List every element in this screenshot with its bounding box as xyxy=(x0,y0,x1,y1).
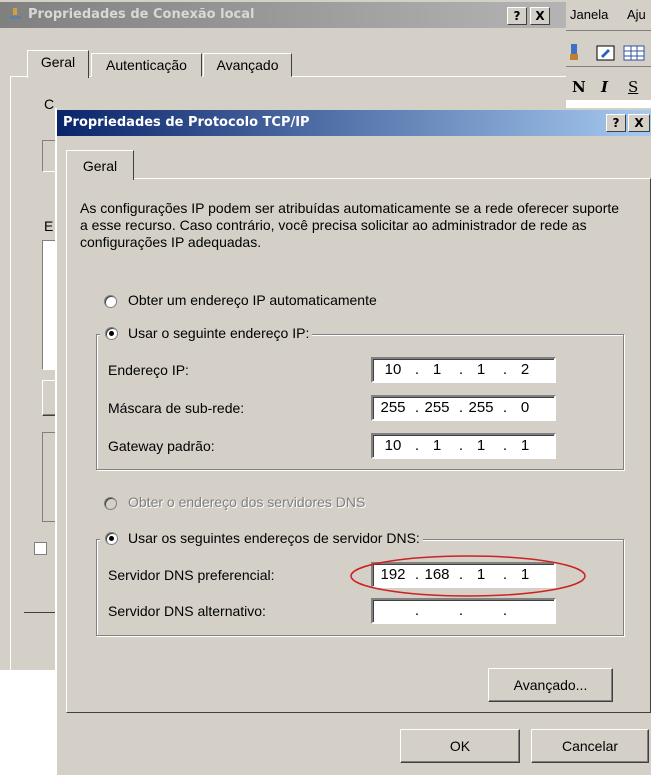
default-gateway-field[interactable]: 10 . 1 . 1 . 1 xyxy=(371,433,556,459)
radio-dns-automatic[interactable] xyxy=(104,497,117,510)
alternate-dns-label: Servidor DNS alternativo: xyxy=(108,603,266,619)
ip-address-octet-4: 2 xyxy=(520,361,530,378)
background-tab-avancado[interactable]: Avançado xyxy=(203,53,292,77)
ip-address-octet-2: 1 xyxy=(432,361,442,378)
radio-dns-manual-label: Usar os seguintes endereços de servidor … xyxy=(128,530,420,546)
ip-address-octet-3: 1 xyxy=(476,361,486,378)
octet-separator: . xyxy=(414,437,420,454)
radio-dns-automatic-label: Obter o endereço dos servidores DNS xyxy=(128,494,366,510)
octet-separator: . xyxy=(502,399,508,416)
underline-button[interactable]: S xyxy=(628,78,638,96)
octet-separator: . xyxy=(414,361,420,378)
subnet-mask-octet-2: 255 xyxy=(424,399,450,416)
menu-item-ajuda[interactable]: Aju xyxy=(627,7,646,22)
radio-ip-automatic[interactable] xyxy=(104,295,117,308)
table-icon[interactable] xyxy=(623,44,645,62)
insert-object-icon[interactable] xyxy=(596,44,616,62)
ok-button[interactable]: OK xyxy=(400,729,520,763)
dialog-titlebar[interactable]: Propriedades de Protocolo TCP/IP xyxy=(57,110,651,136)
radio-selected-dot xyxy=(109,536,114,541)
toolbar-divider xyxy=(566,66,651,67)
dialog-title: Propriedades de Protocolo TCP/IP xyxy=(63,115,310,130)
background-tab-geral[interactable]: Geral xyxy=(27,50,89,78)
preferred-dns-label: Servidor DNS preferencial: xyxy=(108,567,275,583)
background-help-button[interactable]: ? xyxy=(507,7,527,25)
dialog-help-button[interactable]: ? xyxy=(606,114,626,132)
ip-address-octet-1: 10 xyxy=(384,361,402,378)
annotation-highlight-ellipse xyxy=(350,555,586,597)
background-show-icon-checkbox[interactable] xyxy=(34,542,47,555)
dns-manual-legend: Usar os seguintes endereços de servidor … xyxy=(100,528,423,548)
tab-geral[interactable]: Geral xyxy=(66,150,134,180)
gateway-octet-4: 1 xyxy=(520,437,530,454)
dialog-close-button[interactable]: X xyxy=(628,114,650,132)
radio-ip-manual-label: Usar o seguinte endereço IP: xyxy=(128,325,310,341)
subnet-mask-octet-3: 255 xyxy=(468,399,494,416)
background-bottom-area xyxy=(0,670,56,775)
background-connect-label: C xyxy=(44,96,55,112)
octet-separator: . xyxy=(458,399,464,416)
background-app-toolbar: Janela Aju N I S xyxy=(566,0,651,100)
italic-button[interactable]: I xyxy=(601,78,608,96)
subnet-mask-field[interactable]: 255 . 255 . 255 . 0 xyxy=(371,395,556,421)
subnet-mask-label: Máscara de sub-rede: xyxy=(108,400,245,416)
menu-item-janela[interactable]: Janela xyxy=(570,7,608,22)
background-window-title: Propriedades de Conexão local xyxy=(28,7,255,22)
octet-separator: . xyxy=(502,437,508,454)
octet-separator: . xyxy=(414,602,420,619)
default-gateway-label: Gateway padrão: xyxy=(108,438,215,454)
octet-separator: . xyxy=(458,361,464,378)
background-components-label: E xyxy=(44,218,54,234)
bold-button[interactable]: N xyxy=(572,78,586,96)
octet-separator: . xyxy=(414,399,420,416)
dialog-description: As configurações IP podem ser atribuídas… xyxy=(80,200,620,250)
octet-separator: . xyxy=(502,602,508,619)
radio-ip-manual[interactable] xyxy=(105,327,118,340)
alternate-dns-field[interactable]: . . . xyxy=(371,598,556,624)
radio-ip-automatic-label: Obter um endereço IP automaticamente xyxy=(128,292,377,308)
radio-selected-dot xyxy=(109,331,114,336)
subnet-mask-octet-4: 0 xyxy=(520,399,530,416)
background-close-button[interactable]: X xyxy=(530,7,550,25)
gateway-octet-2: 1 xyxy=(432,437,442,454)
octet-separator: . xyxy=(502,361,508,378)
radio-dns-manual[interactable] xyxy=(105,532,118,545)
advanced-button[interactable]: Avançado... xyxy=(488,668,613,702)
ip-manual-legend: Usar o seguinte endereço IP: xyxy=(100,323,313,343)
background-tab-autenticacao[interactable]: Autenticação xyxy=(91,53,202,77)
ip-address-field[interactable]: 10 . 1 . 1 . 2 xyxy=(371,357,556,383)
subnet-mask-octet-1: 255 xyxy=(380,399,406,416)
ip-address-label: Endereço IP: xyxy=(108,362,189,378)
brush-icon[interactable] xyxy=(568,44,580,62)
background-divider xyxy=(24,612,56,613)
gateway-octet-1: 10 xyxy=(384,437,402,454)
octet-separator: . xyxy=(458,437,464,454)
network-connection-icon xyxy=(9,8,21,19)
menu-divider xyxy=(566,30,651,31)
octet-separator: . xyxy=(458,602,464,619)
cancel-button[interactable]: Cancelar xyxy=(531,729,649,763)
background-window-titlebar[interactable]: Propriedades de Conexão local xyxy=(0,2,566,28)
gateway-octet-3: 1 xyxy=(476,437,486,454)
